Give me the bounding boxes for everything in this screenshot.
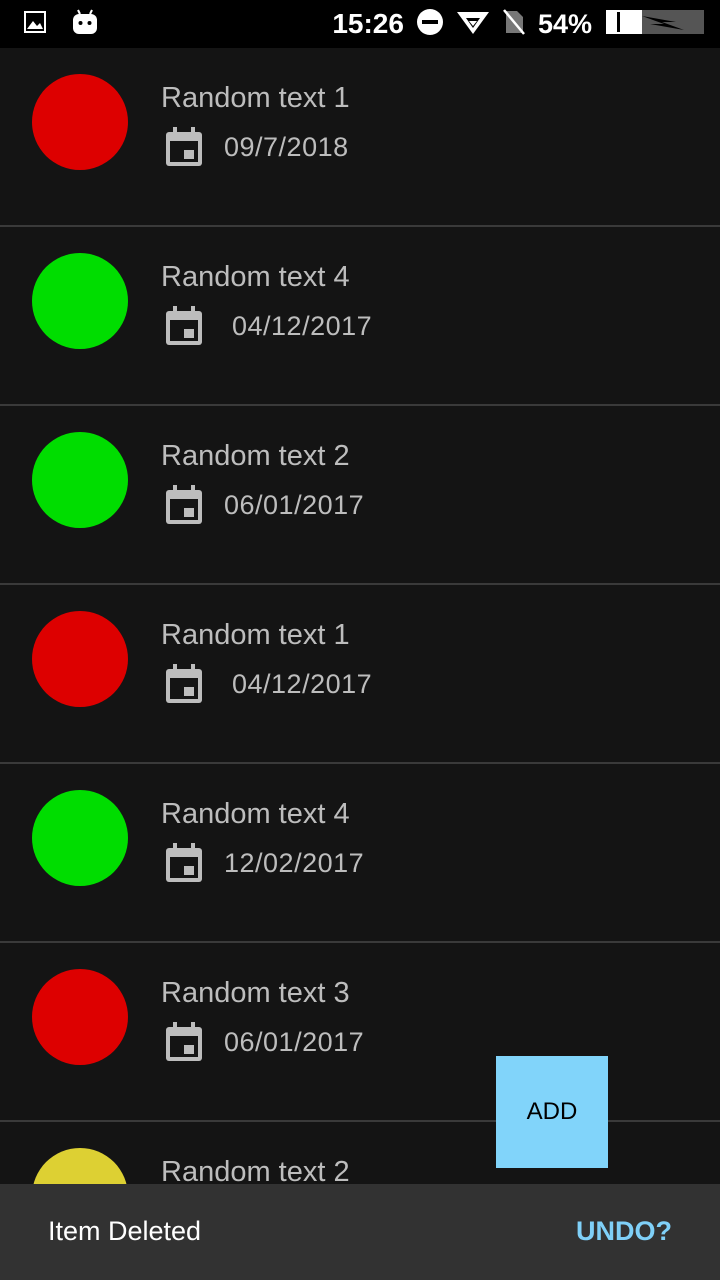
item-date: 06/01/2017 — [224, 1026, 365, 1057]
list-item[interactable]: Random text 2 06/01/2017 — [0, 406, 720, 585]
add-button[interactable]: ADD — [496, 1056, 608, 1168]
list-item[interactable]: Random text 4 04/12/2017 — [0, 227, 720, 406]
calendar-icon — [164, 663, 204, 705]
status-indicator — [32, 611, 128, 707]
no-sim-icon — [502, 8, 526, 41]
status-indicator — [32, 969, 128, 1065]
snackbar: Item Deleted UNDO? — [0, 1184, 720, 1280]
snackbar-message: Item Deleted — [48, 1216, 202, 1246]
list-item[interactable]: Random text 4 12/02/2017 — [0, 764, 720, 943]
image-icon — [24, 11, 46, 38]
status-bar-notifications — [24, 8, 98, 41]
item-date-row: 04/12/2017 — [164, 305, 372, 347]
status-indicator — [32, 253, 128, 349]
calendar-icon — [164, 484, 204, 526]
item-date: 04/12/2017 — [232, 310, 373, 341]
status-time: 15:26 — [332, 8, 404, 39]
list-item[interactable]: Random text 1 09/7/2018 — [0, 48, 720, 227]
calendar-icon — [164, 1021, 204, 1063]
status-indicator — [32, 432, 128, 528]
battery-icon — [604, 8, 708, 41]
item-date-row: 04/12/2017 — [164, 663, 372, 705]
item-title: Random text 4 — [161, 261, 350, 293]
item-date: 09/7/2018 — [224, 131, 349, 162]
item-title: Random text 3 — [161, 977, 350, 1009]
wifi-icon — [456, 8, 490, 41]
item-date-row: 09/7/2018 — [164, 126, 349, 168]
item-title: Random text 1 — [161, 619, 350, 651]
status-bar: 15:26 54% — [0, 0, 720, 48]
do-not-disturb-icon — [416, 8, 444, 41]
item-date-row: 12/02/2017 — [164, 842, 364, 884]
item-date: 12/02/2017 — [224, 847, 365, 878]
list-item[interactable]: Random text 3 06/01/2017 — [0, 943, 720, 1122]
battery-percentage: 54% — [537, 8, 592, 39]
app-screen: 15:26 54% Random text 1 09/7/2018 Random… — [0, 0, 720, 1280]
item-title: Random text 1 — [161, 82, 350, 114]
calendar-icon — [164, 126, 204, 168]
list-item[interactable]: Random text 1 04/12/2017 — [0, 585, 720, 764]
status-indicator — [32, 74, 128, 170]
item-list: Random text 1 09/7/2018 Random text 4 04… — [0, 48, 720, 1280]
item-date: 06/01/2017 — [224, 489, 365, 520]
android-icon — [72, 8, 98, 41]
item-date: 04/12/2017 — [232, 668, 373, 699]
calendar-icon — [164, 305, 204, 347]
item-title: Random text 2 — [161, 440, 350, 472]
status-bar-system: 15:26 54% — [332, 0, 708, 48]
calendar-icon — [164, 842, 204, 884]
item-date-row: 06/01/2017 — [164, 1021, 364, 1063]
undo-button[interactable]: UNDO? — [576, 1216, 672, 1247]
status-indicator — [32, 790, 128, 886]
item-title: Random text 4 — [161, 798, 350, 830]
item-date-row: 06/01/2017 — [164, 484, 364, 526]
